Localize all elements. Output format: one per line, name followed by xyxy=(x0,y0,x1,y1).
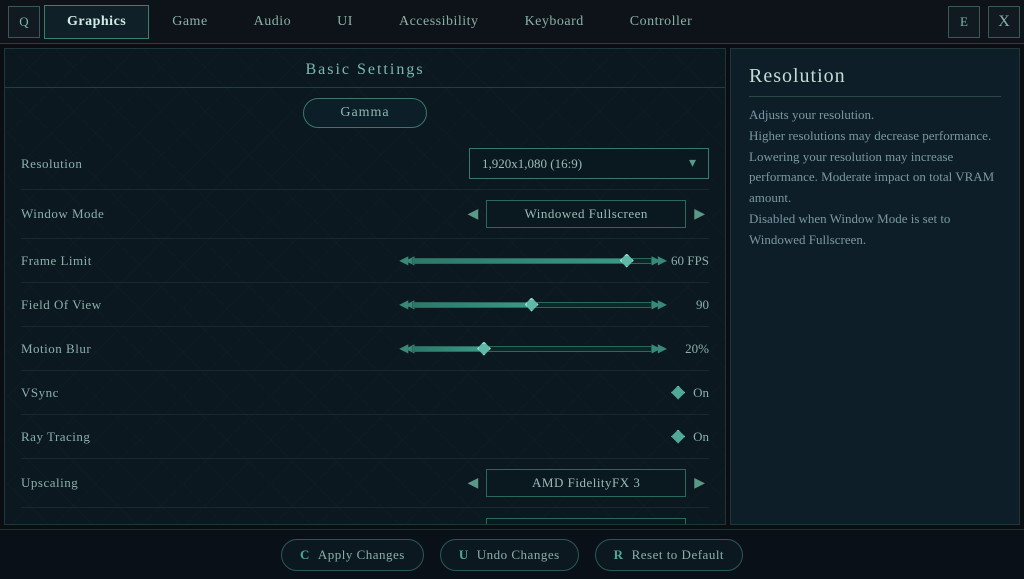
slider-fill xyxy=(413,347,484,351)
toggle-vsync[interactable]: On xyxy=(671,385,709,401)
right-panel: Resolution Adjusts your resolution. Highe… xyxy=(730,48,1020,525)
dropdown-arrow-icon: ▾ xyxy=(689,155,696,172)
slider-value: 90 xyxy=(664,297,709,313)
arrow-right-icon[interactable]: ▶ xyxy=(690,204,709,225)
info-title: Resolution xyxy=(749,65,1001,97)
undo-changes-button[interactable]: U Undo Changes xyxy=(440,539,579,571)
close-button[interactable]: X xyxy=(988,6,1020,38)
apply-key: C xyxy=(300,547,310,563)
tab-ui[interactable]: UI xyxy=(314,5,376,39)
setting-row-upscaling: Upscaling ◀ AMD FidelityFX 3 ▶ xyxy=(21,459,709,508)
info-paragraph: Adjusts your resolution. xyxy=(749,107,874,122)
arrow-left-icon[interactable]: ◀ xyxy=(463,204,482,225)
undo-key: U xyxy=(459,547,469,563)
toggle-value: On xyxy=(693,429,709,445)
nav-tabs: GraphicsGameAudioUIAccessibilityKeyboard… xyxy=(44,5,944,39)
slider-arrows-right-icon[interactable]: ▶▶ xyxy=(652,341,664,356)
setting-row-vsync: VSync On xyxy=(21,371,709,415)
tab-controller[interactable]: Controller xyxy=(607,5,716,39)
nav-icon-left[interactable]: Q xyxy=(8,6,40,38)
setting-label: Upscaling xyxy=(21,475,241,491)
arrow-select-value: Quality xyxy=(486,518,686,525)
setting-label: Frame Limit xyxy=(21,253,241,269)
reset-label: Reset to Default xyxy=(632,547,724,563)
nav-icon-right[interactable]: E xyxy=(948,6,980,38)
slider-track[interactable] xyxy=(412,346,652,352)
slider-arrows-left-icon[interactable]: ◀◀ xyxy=(399,341,411,356)
tab-graphics[interactable]: Graphics xyxy=(44,5,149,39)
arrow-left-icon[interactable]: ◀ xyxy=(463,522,482,526)
setting-row-motion-blur: Motion Blur ◀◀ ▶▶20% xyxy=(21,327,709,371)
arrow-left-icon[interactable]: ◀ xyxy=(463,473,482,494)
info-paragraph: Disabled when Window Mode is set to Wind… xyxy=(749,211,950,247)
setting-label: VSync xyxy=(21,385,241,401)
arrow-right-icon[interactable]: ▶ xyxy=(690,473,709,494)
gamma-button[interactable]: Gamma xyxy=(303,98,426,128)
tab-audio[interactable]: Audio xyxy=(231,5,315,39)
slider-value: 20% xyxy=(664,341,709,357)
slider-arrows-right-icon[interactable]: ▶▶ xyxy=(652,297,664,312)
setting-label: Field Of View xyxy=(21,297,241,313)
slider-handle[interactable] xyxy=(620,254,634,268)
setting-row-frame-limit: Frame Limit ◀◀ ▶▶60 FPS xyxy=(21,239,709,283)
setting-row-field-of-view: Field Of View ◀◀ ▶▶90 xyxy=(21,283,709,327)
slider-arrows-right-icon[interactable]: ▶▶ xyxy=(652,253,664,268)
slider-arrows-left-icon[interactable]: ◀◀ xyxy=(399,253,411,268)
arrow-right-icon[interactable]: ▶ xyxy=(690,522,709,526)
slider-arrows-left-icon[interactable]: ◀◀ xyxy=(399,297,411,312)
setting-row-fsr-super-resolution-quality: FSR Super Resolution Quality ◀ Quality ▶ xyxy=(21,508,709,525)
setting-label: Window Mode xyxy=(21,206,241,222)
slider-fill xyxy=(413,259,627,263)
reset-key: R xyxy=(614,547,624,563)
toggle-ray-tracing[interactable]: On xyxy=(671,429,709,445)
settings-list: Resolution 1,920x1,080 (16:9) ▾ Window Mode… xyxy=(5,138,725,525)
apply-label: Apply Changes xyxy=(318,547,405,563)
tab-game[interactable]: Game xyxy=(149,5,230,39)
panel-title: Basic Settings xyxy=(5,49,725,88)
toggle-diamond-icon xyxy=(671,430,685,444)
reset-to-default-button[interactable]: R Reset to Default xyxy=(595,539,743,571)
tab-accessibility[interactable]: Accessibility xyxy=(376,5,502,39)
nav-bar: Q GraphicsGameAudioUIAccessibilityKeyboa… xyxy=(0,0,1024,44)
slider-handle[interactable] xyxy=(525,298,539,312)
arrow-select-value: Windowed Fullscreen xyxy=(486,200,686,228)
slider-track[interactable] xyxy=(412,302,652,308)
gamma-button-container: Gamma xyxy=(5,98,725,128)
slider-track[interactable] xyxy=(412,258,652,264)
setting-label: FSR Super Resolution Quality xyxy=(21,524,241,525)
info-paragraph: Higher resolutions may decrease performa… xyxy=(749,128,994,205)
left-panel: Basic Settings Gamma Resolution 1,920x1,0… xyxy=(4,48,726,525)
apply-changes-button[interactable]: C Apply Changes xyxy=(281,539,424,571)
setting-row-resolution: Resolution 1,920x1,080 (16:9) ▾ xyxy=(21,138,709,190)
dropdown-value: 1,920x1,080 (16:9) xyxy=(482,156,582,172)
main-content: Basic Settings Gamma Resolution 1,920x1,0… xyxy=(0,44,1024,529)
slider-handle[interactable] xyxy=(477,342,491,356)
setting-label: Motion Blur xyxy=(21,341,241,357)
toggle-value: On xyxy=(693,385,709,401)
setting-row-ray-tracing: Ray Tracing On xyxy=(21,415,709,459)
info-text: Adjusts your resolution. Higher resolutio… xyxy=(749,105,1001,251)
toggle-diamond-icon xyxy=(671,386,685,400)
bottom-bar: C Apply Changes U Undo Changes R Reset t… xyxy=(0,529,1024,579)
slider-fill xyxy=(413,303,532,307)
dropdown-resolution[interactable]: 1,920x1,080 (16:9) ▾ xyxy=(469,148,709,179)
tab-keyboard[interactable]: Keyboard xyxy=(502,5,607,39)
setting-label: Ray Tracing xyxy=(21,429,241,445)
arrow-select-value: AMD FidelityFX 3 xyxy=(486,469,686,497)
setting-label: Resolution xyxy=(21,156,241,172)
setting-row-window-mode: Window Mode ◀ Windowed Fullscreen ▶ xyxy=(21,190,709,239)
slider-value: 60 FPS xyxy=(664,253,709,269)
undo-label: Undo Changes xyxy=(477,547,560,563)
